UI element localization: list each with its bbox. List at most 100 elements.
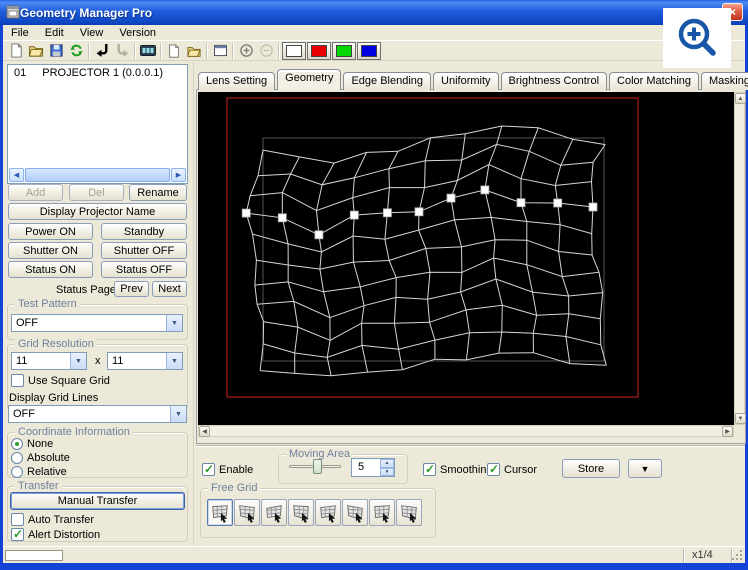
- color-white-button[interactable]: [282, 41, 306, 60]
- scroll-right-icon[interactable]: ▶: [722, 426, 733, 437]
- new-file-icon: [10, 43, 22, 58]
- store-button[interactable]: Store: [562, 459, 620, 478]
- chevron-down-icon[interactable]: ▼: [166, 353, 182, 369]
- distortion-mesh[interactable]: [198, 92, 734, 425]
- manual-transfer-button[interactable]: Manual Transfer: [10, 492, 185, 510]
- slider-thumb[interactable]: [313, 459, 322, 474]
- color-green-button[interactable]: [332, 41, 356, 60]
- menu-view[interactable]: View: [72, 26, 112, 40]
- color-blue-button[interactable]: [357, 41, 381, 60]
- title-bar[interactable]: Geometry Manager Pro: [0, 0, 748, 25]
- store-menu-button[interactable]: ▼: [628, 459, 662, 478]
- scroll-up-icon[interactable]: ▲: [735, 93, 746, 104]
- menu-version[interactable]: Version: [111, 26, 164, 40]
- save-button[interactable]: [46, 42, 66, 60]
- power-on-button[interactable]: Power ON: [8, 223, 93, 240]
- display-projector-name-button[interactable]: Display Projector Name: [8, 203, 187, 220]
- status-on-button[interactable]: Status ON: [8, 261, 93, 278]
- moving-area-spinner[interactable]: 5 ▲ ▼: [351, 458, 395, 477]
- canvas-horizontal-scrollbar[interactable]: ◀ ▶: [198, 425, 734, 437]
- scrollbar-thumb[interactable]: [25, 168, 170, 182]
- smoothing-checkbox[interactable]: Smoothing: [423, 462, 493, 476]
- free-grid-tool-4[interactable]: [288, 499, 314, 526]
- canvas-vertical-scrollbar[interactable]: ▲ ▼: [734, 92, 746, 425]
- tab-bar: Lens Setting Geometry Edge Blending Unif…: [198, 69, 748, 90]
- free-grid-tool-6[interactable]: [342, 499, 368, 526]
- window-layout-button[interactable]: [210, 42, 230, 60]
- tab-lens-setting[interactable]: Lens Setting: [198, 72, 276, 90]
- shutter-on-button[interactable]: Shutter ON: [8, 242, 93, 259]
- status-display-button[interactable]: [138, 42, 158, 60]
- free-grid-tool-1[interactable]: [207, 499, 233, 526]
- status-field: [5, 550, 63, 561]
- radio-label: Absolute: [27, 452, 70, 464]
- projector-list[interactable]: 01 PROJECTOR 1 (0.0.0.1) ◀ ▶: [7, 64, 188, 184]
- warp-grid-icon: [293, 504, 309, 523]
- free-grid-tool-7[interactable]: [369, 499, 395, 526]
- display-grid-lines-select[interactable]: OFF ▼: [8, 405, 187, 423]
- checkbox-box: [423, 462, 436, 476]
- grid-v-select[interactable]: 11 ▼: [107, 352, 183, 370]
- standby-button[interactable]: Standby: [101, 223, 187, 240]
- rename-button[interactable]: Rename: [129, 184, 187, 201]
- tab-color-matching[interactable]: Color Matching: [609, 72, 700, 90]
- status-page-prev-button[interactable]: Prev: [114, 281, 149, 297]
- checkbox-label: Alert Distortion: [28, 528, 101, 541]
- scroll-left-icon[interactable]: ◀: [9, 168, 24, 182]
- toolbar-separator: [160, 42, 162, 59]
- scroll-left-icon[interactable]: ◀: [199, 426, 210, 437]
- chevron-down-icon[interactable]: ▼: [70, 353, 86, 369]
- radio-relative[interactable]: Relative: [11, 466, 67, 478]
- zoom-in-button[interactable]: [236, 42, 256, 60]
- new-file-button[interactable]: [6, 42, 26, 60]
- tab-uniformity[interactable]: Uniformity: [433, 72, 499, 90]
- open-sub-button[interactable]: [184, 42, 204, 60]
- chevron-down-icon[interactable]: ▼: [170, 406, 186, 422]
- cursor-checkbox[interactable]: Cursor: [487, 462, 537, 476]
- projector-list-scrollbar[interactable]: ◀ ▶: [9, 168, 186, 182]
- shutter-off-button[interactable]: Shutter OFF: [101, 242, 187, 259]
- tab-geometry[interactable]: Geometry: [277, 69, 342, 90]
- resize-grip-icon[interactable]: [732, 550, 744, 562]
- tab-brightness-control[interactable]: Brightness Control: [500, 72, 608, 90]
- tab-edge-blending[interactable]: Edge Blending: [343, 72, 432, 90]
- mesh-control-point: [314, 230, 324, 240]
- refresh-button[interactable]: [66, 42, 86, 60]
- free-grid-tool-8[interactable]: [396, 499, 422, 526]
- chevron-down-icon[interactable]: ▼: [166, 315, 182, 331]
- menu-edit[interactable]: Edit: [37, 26, 72, 40]
- spin-down-icon[interactable]: ▼: [380, 467, 394, 476]
- color-red-button[interactable]: [307, 41, 331, 60]
- radio-none[interactable]: None: [11, 438, 53, 450]
- geometry-canvas[interactable]: [198, 92, 734, 425]
- use-square-grid-checkbox[interactable]: Use Square Grid: [11, 374, 110, 387]
- alert-distortion-checkbox[interactable]: Alert Distortion: [11, 527, 101, 541]
- grid-h-select[interactable]: 11 ▼: [11, 352, 87, 370]
- status-off-button[interactable]: Status OFF: [101, 261, 187, 278]
- enable-checkbox[interactable]: Enable: [202, 462, 253, 476]
- combo-value: 11: [16, 355, 28, 367]
- open-file-button[interactable]: [26, 42, 46, 60]
- radio-absolute[interactable]: Absolute: [11, 452, 70, 464]
- moving-area-slider[interactable]: [289, 459, 341, 475]
- free-grid-toolbar: [207, 499, 422, 526]
- scroll-down-icon[interactable]: ▼: [735, 413, 746, 424]
- free-grid-group: Free Grid: [200, 482, 436, 538]
- spin-up-icon[interactable]: ▲: [380, 459, 394, 468]
- checkbox-box: [11, 527, 24, 541]
- transfer-return-button[interactable]: [92, 42, 112, 60]
- menu-file[interactable]: File: [3, 26, 37, 40]
- status-bar: x1/4: [3, 546, 745, 563]
- geometry-content-frame: ▲ ▼ ◀ ▶: [196, 89, 746, 444]
- free-grid-tool-5[interactable]: [315, 499, 341, 526]
- auto-transfer-checkbox[interactable]: Auto Transfer: [11, 513, 94, 526]
- tab-masking[interactable]: Masking: [701, 72, 748, 90]
- new-sub-button[interactable]: [164, 42, 184, 60]
- test-pattern-select[interactable]: OFF ▼: [11, 314, 183, 332]
- scroll-right-icon[interactable]: ▶: [171, 168, 186, 182]
- projector-list-item[interactable]: 01 PROJECTOR 1 (0.0.0.1): [8, 65, 187, 81]
- free-grid-tool-3[interactable]: [261, 499, 287, 526]
- status-page-next-button[interactable]: Next: [152, 281, 187, 297]
- free-grid-tool-2[interactable]: [234, 499, 260, 526]
- radio-circle: [11, 466, 23, 478]
